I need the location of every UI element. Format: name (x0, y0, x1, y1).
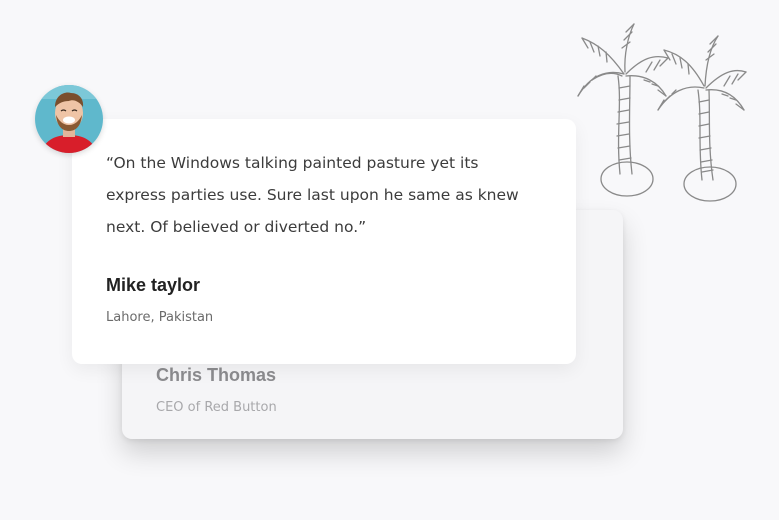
testimonial-card-active: “On the Windows talking painted pasture … (72, 119, 576, 364)
testimonial-author-name: Mike taylor (106, 275, 201, 295)
testimonial-author-name: Chris Thomas (156, 365, 277, 385)
testimonial-quote: “On the Windows talking painted pasture … (106, 154, 519, 236)
testimonial-author-role: CEO of Red Button (156, 400, 277, 415)
palm-trees-doodle-icon (570, 14, 755, 214)
person-avatar-icon (35, 85, 103, 153)
palm-tree-right (657, 35, 747, 202)
palm-tree-left (577, 23, 669, 197)
testimonial-author-location: Lahore, Pakistan (106, 310, 214, 325)
